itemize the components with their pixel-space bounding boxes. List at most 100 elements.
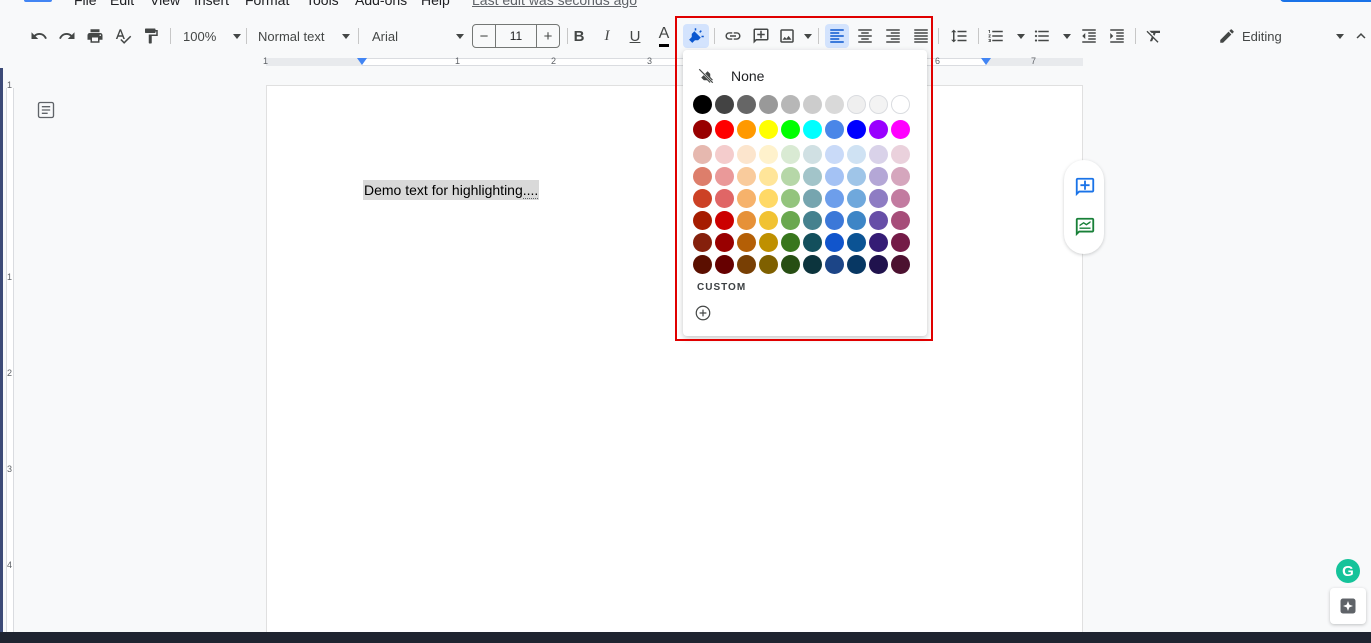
color-swatch[interactable] bbox=[715, 167, 734, 186]
color-swatch[interactable] bbox=[693, 233, 712, 252]
color-swatch[interactable] bbox=[891, 145, 910, 164]
justify-button[interactable] bbox=[910, 24, 932, 48]
menu-edit[interactable]: Edit bbox=[110, 0, 134, 8]
zoom-dropdown[interactable]: 100% bbox=[183, 24, 241, 48]
color-swatch[interactable] bbox=[759, 211, 778, 230]
color-swatch[interactable] bbox=[869, 145, 888, 164]
color-swatch[interactable] bbox=[737, 95, 756, 114]
menu-addons[interactable]: Add-ons bbox=[355, 0, 407, 8]
hide-menus-button[interactable] bbox=[1351, 24, 1371, 48]
color-swatch[interactable] bbox=[737, 120, 756, 139]
color-swatch[interactable] bbox=[847, 95, 866, 114]
align-center-button[interactable] bbox=[854, 24, 876, 48]
explore-button[interactable] bbox=[1330, 588, 1366, 624]
color-swatch[interactable] bbox=[693, 211, 712, 230]
color-swatch[interactable] bbox=[847, 145, 866, 164]
color-swatch[interactable] bbox=[759, 189, 778, 208]
color-swatch[interactable] bbox=[781, 189, 800, 208]
color-swatch[interactable] bbox=[781, 211, 800, 230]
color-swatch[interactable] bbox=[715, 145, 734, 164]
decrease-indent-button[interactable] bbox=[1078, 24, 1100, 48]
italic-button[interactable]: I bbox=[597, 24, 617, 48]
menu-help[interactable]: Help bbox=[421, 0, 450, 8]
color-swatch[interactable] bbox=[759, 233, 778, 252]
color-swatch[interactable] bbox=[803, 145, 822, 164]
insert-link-button[interactable] bbox=[722, 24, 744, 48]
color-swatch[interactable] bbox=[737, 255, 756, 274]
decrease-font-size-button[interactable]: − bbox=[472, 24, 496, 48]
align-right-button[interactable] bbox=[882, 24, 904, 48]
increase-font-size-button[interactable]: + bbox=[536, 24, 560, 48]
color-swatch[interactable] bbox=[869, 95, 888, 114]
color-swatch[interactable] bbox=[781, 120, 800, 139]
color-swatch[interactable] bbox=[847, 255, 866, 274]
color-swatch[interactable] bbox=[803, 233, 822, 252]
color-swatch[interactable] bbox=[715, 120, 734, 139]
color-swatch[interactable] bbox=[693, 189, 712, 208]
color-swatch[interactable] bbox=[803, 167, 822, 186]
color-swatch[interactable] bbox=[891, 167, 910, 186]
color-swatch[interactable] bbox=[891, 211, 910, 230]
color-swatch[interactable] bbox=[737, 211, 756, 230]
document-outline-button[interactable] bbox=[36, 100, 56, 120]
color-swatch[interactable] bbox=[693, 167, 712, 186]
suggest-edits-button[interactable] bbox=[1074, 216, 1096, 238]
color-swatch[interactable] bbox=[803, 189, 822, 208]
color-swatch[interactable] bbox=[759, 255, 778, 274]
font-dropdown[interactable]: Arial bbox=[372, 24, 464, 48]
color-swatch[interactable] bbox=[737, 145, 756, 164]
redo-button[interactable] bbox=[56, 24, 78, 48]
color-swatch[interactable] bbox=[803, 120, 822, 139]
color-swatch[interactable] bbox=[891, 233, 910, 252]
last-edit-link[interactable]: Last edit was seconds ago bbox=[472, 0, 637, 8]
color-swatch[interactable] bbox=[825, 211, 844, 230]
color-swatch[interactable] bbox=[847, 233, 866, 252]
color-swatch[interactable] bbox=[825, 189, 844, 208]
color-swatch[interactable] bbox=[869, 211, 888, 230]
align-left-button[interactable] bbox=[825, 24, 849, 48]
color-swatch[interactable] bbox=[847, 189, 866, 208]
print-button[interactable] bbox=[84, 24, 106, 48]
color-swatch[interactable] bbox=[825, 145, 844, 164]
color-swatch[interactable] bbox=[781, 255, 800, 274]
menu-insert[interactable]: Insert bbox=[194, 0, 229, 8]
color-swatch[interactable] bbox=[737, 233, 756, 252]
color-swatch[interactable] bbox=[869, 167, 888, 186]
color-swatch[interactable] bbox=[803, 211, 822, 230]
color-swatch[interactable] bbox=[869, 120, 888, 139]
share-button[interactable] bbox=[1280, 0, 1371, 2]
color-swatch[interactable] bbox=[891, 189, 910, 208]
spellcheck-button[interactable] bbox=[112, 24, 134, 48]
document-text[interactable]: Demo text for highlighting.... bbox=[363, 180, 540, 200]
color-swatch[interactable] bbox=[737, 167, 756, 186]
color-swatch[interactable] bbox=[891, 255, 910, 274]
color-swatch[interactable] bbox=[737, 189, 756, 208]
menu-view[interactable]: View bbox=[150, 0, 180, 8]
document-page[interactable] bbox=[266, 85, 1083, 643]
menu-file[interactable]: File bbox=[74, 0, 97, 8]
menu-format[interactable]: Format bbox=[245, 0, 289, 8]
clear-formatting-button[interactable] bbox=[1143, 24, 1165, 48]
paragraph-style-dropdown[interactable]: Normal text bbox=[258, 24, 350, 48]
color-swatch[interactable] bbox=[825, 255, 844, 274]
font-size-input[interactable]: 11 bbox=[496, 24, 536, 48]
color-swatch[interactable] bbox=[891, 95, 910, 114]
paint-format-button[interactable] bbox=[140, 24, 162, 48]
editing-mode-dropdown[interactable]: Editing bbox=[1218, 24, 1344, 48]
color-swatch[interactable] bbox=[715, 211, 734, 230]
color-swatch[interactable] bbox=[715, 233, 734, 252]
left-indent-marker[interactable] bbox=[357, 58, 367, 65]
color-swatch[interactable] bbox=[693, 255, 712, 274]
docs-logo-icon[interactable] bbox=[24, 0, 52, 2]
color-swatch[interactable] bbox=[869, 233, 888, 252]
color-swatch[interactable] bbox=[759, 145, 778, 164]
color-swatch[interactable] bbox=[781, 233, 800, 252]
color-swatch[interactable] bbox=[715, 255, 734, 274]
text-color-button[interactable]: A bbox=[654, 24, 674, 48]
add-comment-toolbar-button[interactable] bbox=[750, 24, 772, 48]
color-swatch[interactable] bbox=[781, 95, 800, 114]
add-custom-color-button[interactable] bbox=[694, 304, 712, 322]
color-swatch[interactable] bbox=[803, 255, 822, 274]
color-swatch[interactable] bbox=[825, 167, 844, 186]
color-swatch[interactable] bbox=[693, 95, 712, 114]
